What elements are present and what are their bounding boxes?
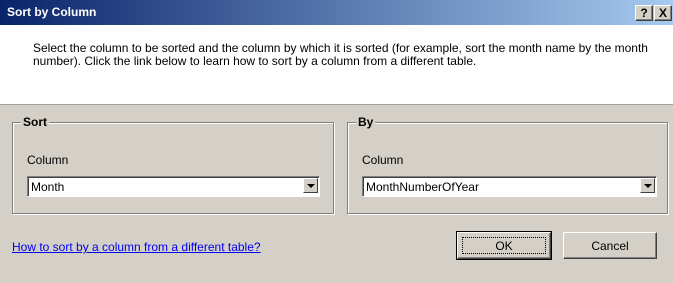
by-column-value: MonthNumberOfYear (366, 180, 479, 194)
ok-button[interactable]: OK (456, 231, 552, 260)
close-button[interactable]: X (654, 5, 672, 21)
description-text: Select the column to be sorted and the c… (33, 41, 648, 68)
dialog-title: Sort by Column (7, 5, 97, 19)
by-group: By Column MonthNumberOfYear (347, 115, 668, 214)
cancel-button[interactable]: Cancel (563, 232, 657, 259)
description-panel: Select the column to be sorted and the c… (0, 25, 673, 105)
by-column-label: Column (362, 153, 404, 167)
chevron-down-icon[interactable] (640, 178, 655, 193)
ok-button-label: OK (462, 237, 546, 254)
sort-group: Sort Column Month (12, 115, 334, 214)
help-button[interactable]: ? (635, 5, 653, 21)
by-group-legend: By (356, 115, 376, 129)
sort-column-label: Column (27, 153, 69, 167)
sort-column-value: Month (31, 180, 65, 194)
by-column-dropdown[interactable]: MonthNumberOfYear (362, 176, 657, 197)
sort-column-dropdown[interactable]: Month (27, 176, 320, 197)
title-bar: Sort by Column ? X (0, 0, 673, 25)
chevron-down-icon[interactable] (303, 178, 318, 193)
sort-group-legend: Sort (21, 115, 49, 129)
help-link[interactable]: How to sort by a column from a different… (12, 240, 261, 254)
